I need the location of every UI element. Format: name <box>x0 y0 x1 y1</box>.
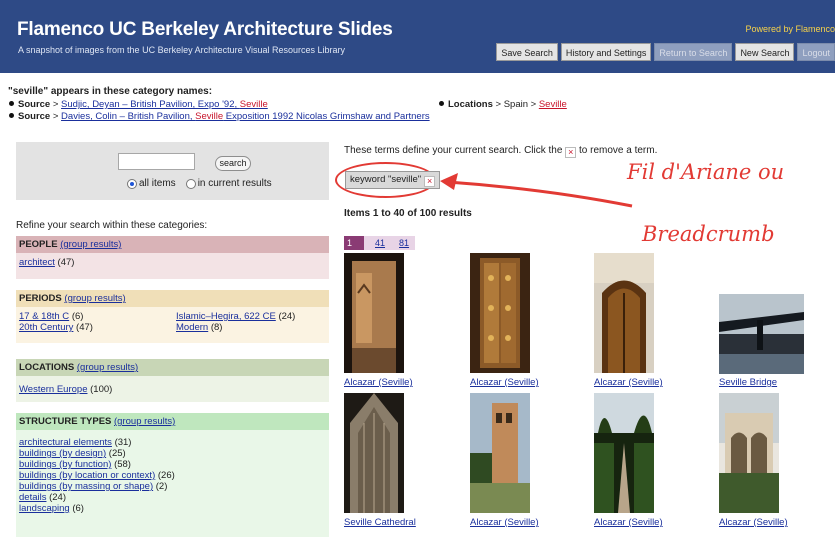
facet-name: Source <box>18 99 51 110</box>
scope-all-radio[interactable] <box>127 178 137 189</box>
save-search-button[interactable]: Save Search <box>496 43 558 61</box>
result-thumb[interactable]: Alcazar (Seville) <box>594 253 663 388</box>
tower-photo-icon[interactable] <box>344 253 404 373</box>
bullet-icon <box>9 101 14 106</box>
facet-item[interactable]: landscaping <box>19 503 70 514</box>
garden-path-photo-icon[interactable] <box>594 393 654 513</box>
category-matches: "seville" appears in these category name… <box>8 86 828 123</box>
cathedral-photo-icon[interactable] <box>344 393 404 513</box>
history-settings-button[interactable]: History and Settings <box>560 43 652 61</box>
thumb-caption[interactable]: Alcazar (Seville) <box>344 377 413 388</box>
result-thumb[interactable]: Alcazar (Seville) <box>719 393 788 528</box>
facet-item[interactable]: architectural elements <box>19 437 112 448</box>
search-input[interactable] <box>118 153 195 170</box>
arch-door-photo-icon[interactable] <box>594 253 654 373</box>
bridge-photo-icon[interactable] <box>719 294 804 374</box>
facet-people: PEOPLE (group results) architect (47) <box>16 236 329 279</box>
result-thumb[interactable]: Seville Cathedral <box>344 393 416 528</box>
result-thumb[interactable]: Seville Bridge <box>719 294 804 388</box>
items-count: Items 1 to 40 of 100 results <box>344 208 472 219</box>
result-thumb[interactable]: Alcazar (Seville) <box>344 253 413 388</box>
thumb-caption[interactable]: Alcazar (Seville) <box>470 377 539 388</box>
location-match-link[interactable]: Seville <box>539 99 567 110</box>
search-button[interactable]: search <box>215 156 251 171</box>
app-header: Flamenco UC Berkeley Architecture Slides… <box>0 0 835 73</box>
result-thumb[interactable]: Alcazar (Seville) <box>594 393 663 528</box>
search-panel: search all items in current results <box>16 142 329 200</box>
remove-term-icon[interactable]: × <box>424 176 436 187</box>
group-results-link[interactable]: (group results) <box>77 362 138 373</box>
page-41[interactable]: 41 <box>372 236 388 250</box>
category-match-row: Source > Sudjic, Deyan – British Pavilio… <box>8 99 828 111</box>
thumb-caption[interactable]: Alcazar (Seville) <box>719 517 788 528</box>
refine-label: Refine your search within these categori… <box>16 220 208 231</box>
category-match-link[interactable]: Davies, Colin – British Pavilion, Sevill… <box>61 111 430 122</box>
thumb-caption[interactable]: Alcazar (Seville) <box>594 517 663 528</box>
annotation-arrow <box>440 173 633 208</box>
facet-name: Source <box>18 111 51 122</box>
facet-item[interactable]: Islamic–Hegira, 622 CE <box>176 311 276 322</box>
facet-item[interactable]: Modern <box>176 322 208 333</box>
bullet-icon <box>9 113 14 118</box>
app-title: Flamenco UC Berkeley Architecture Slides <box>17 19 393 40</box>
page-1[interactable]: 1 <box>344 236 364 250</box>
category-match-row: Source > Davies, Colin – British Pavilio… <box>8 111 828 123</box>
facet-item[interactable]: buildings (by function) <box>19 459 111 470</box>
annotation-text-line2: Breadcrumb <box>642 222 775 246</box>
garden-tower-photo-icon[interactable] <box>470 393 530 513</box>
result-thumb[interactable]: Alcazar (Seville) <box>470 393 539 528</box>
return-to-search-button[interactable]: Return to Search <box>654 43 733 61</box>
location-match: Locations > Spain > Seville <box>438 99 567 110</box>
terms-note: These terms define your current search. … <box>344 145 658 158</box>
facet-periods: PERIODS (group results) 17 & 18th C (6) 2… <box>16 290 329 343</box>
group-results-link[interactable]: (group results) <box>64 293 125 304</box>
scope-current-radio[interactable] <box>185 178 196 189</box>
annotation-text-line1: Fil d'Ariane ou <box>627 160 785 184</box>
facet-item[interactable]: buildings (by design) <box>19 448 106 459</box>
facet-header: PERIODS (group results) <box>16 290 329 307</box>
courtyard-photo-icon[interactable] <box>719 393 779 513</box>
result-thumb[interactable]: Alcazar (Seville) <box>470 253 539 388</box>
new-search-button[interactable]: New Search <box>735 43 795 61</box>
group-results-link[interactable]: (group results) <box>114 416 175 427</box>
powered-by-text: Powered by Flamenco <box>745 24 835 34</box>
logout-button[interactable]: Logout <box>797 43 835 61</box>
facet-header: STRUCTURE TYPES (group results) <box>16 413 329 430</box>
thumb-caption[interactable]: Alcazar (Seville) <box>594 377 663 388</box>
group-results-link[interactable]: (group results) <box>60 239 121 250</box>
category-match-link[interactable]: Sudjic, Deyan – British Pavilion, Expo '… <box>61 99 268 110</box>
facet-item[interactable]: details <box>19 492 46 503</box>
facet-header: PEOPLE (group results) <box>16 236 329 253</box>
facet-locations: LOCATIONS (group results) Western Europe… <box>16 359 329 402</box>
thumb-caption[interactable]: Seville Cathedral <box>344 517 416 528</box>
search-term-chip: keyword "seville" × <box>345 171 441 189</box>
facet-item[interactable]: buildings (by massing or shape) <box>19 481 153 492</box>
facet-item[interactable]: buildings (by location or context) <box>19 470 155 481</box>
facet-item[interactable]: Western Europe <box>19 384 87 395</box>
category-matches-heading: "seville" appears in these category name… <box>8 86 213 97</box>
header-nav: Save Search History and Settings Return … <box>496 43 835 61</box>
remove-term-sample-icon: × <box>565 147 577 158</box>
thumb-caption[interactable]: Seville Bridge <box>719 377 777 388</box>
facet-structure-types: STRUCTURE TYPES (group results) architec… <box>16 413 329 537</box>
pagination: 1 41 81 <box>344 236 415 250</box>
facet-item[interactable]: architect <box>19 257 55 268</box>
facet-item[interactable]: 17 & 18th C <box>19 311 69 322</box>
search-scope: all items in current results <box>127 178 272 189</box>
facet-item[interactable]: 20th Century <box>19 322 73 333</box>
bullet-icon <box>439 101 444 106</box>
door-photo-icon[interactable] <box>470 253 530 373</box>
app-subtitle: A snapshot of images from the UC Berkele… <box>18 45 345 55</box>
page-81[interactable]: 81 <box>396 236 412 250</box>
thumb-caption[interactable]: Alcazar (Seville) <box>470 517 539 528</box>
facet-header: LOCATIONS (group results) <box>16 359 329 376</box>
